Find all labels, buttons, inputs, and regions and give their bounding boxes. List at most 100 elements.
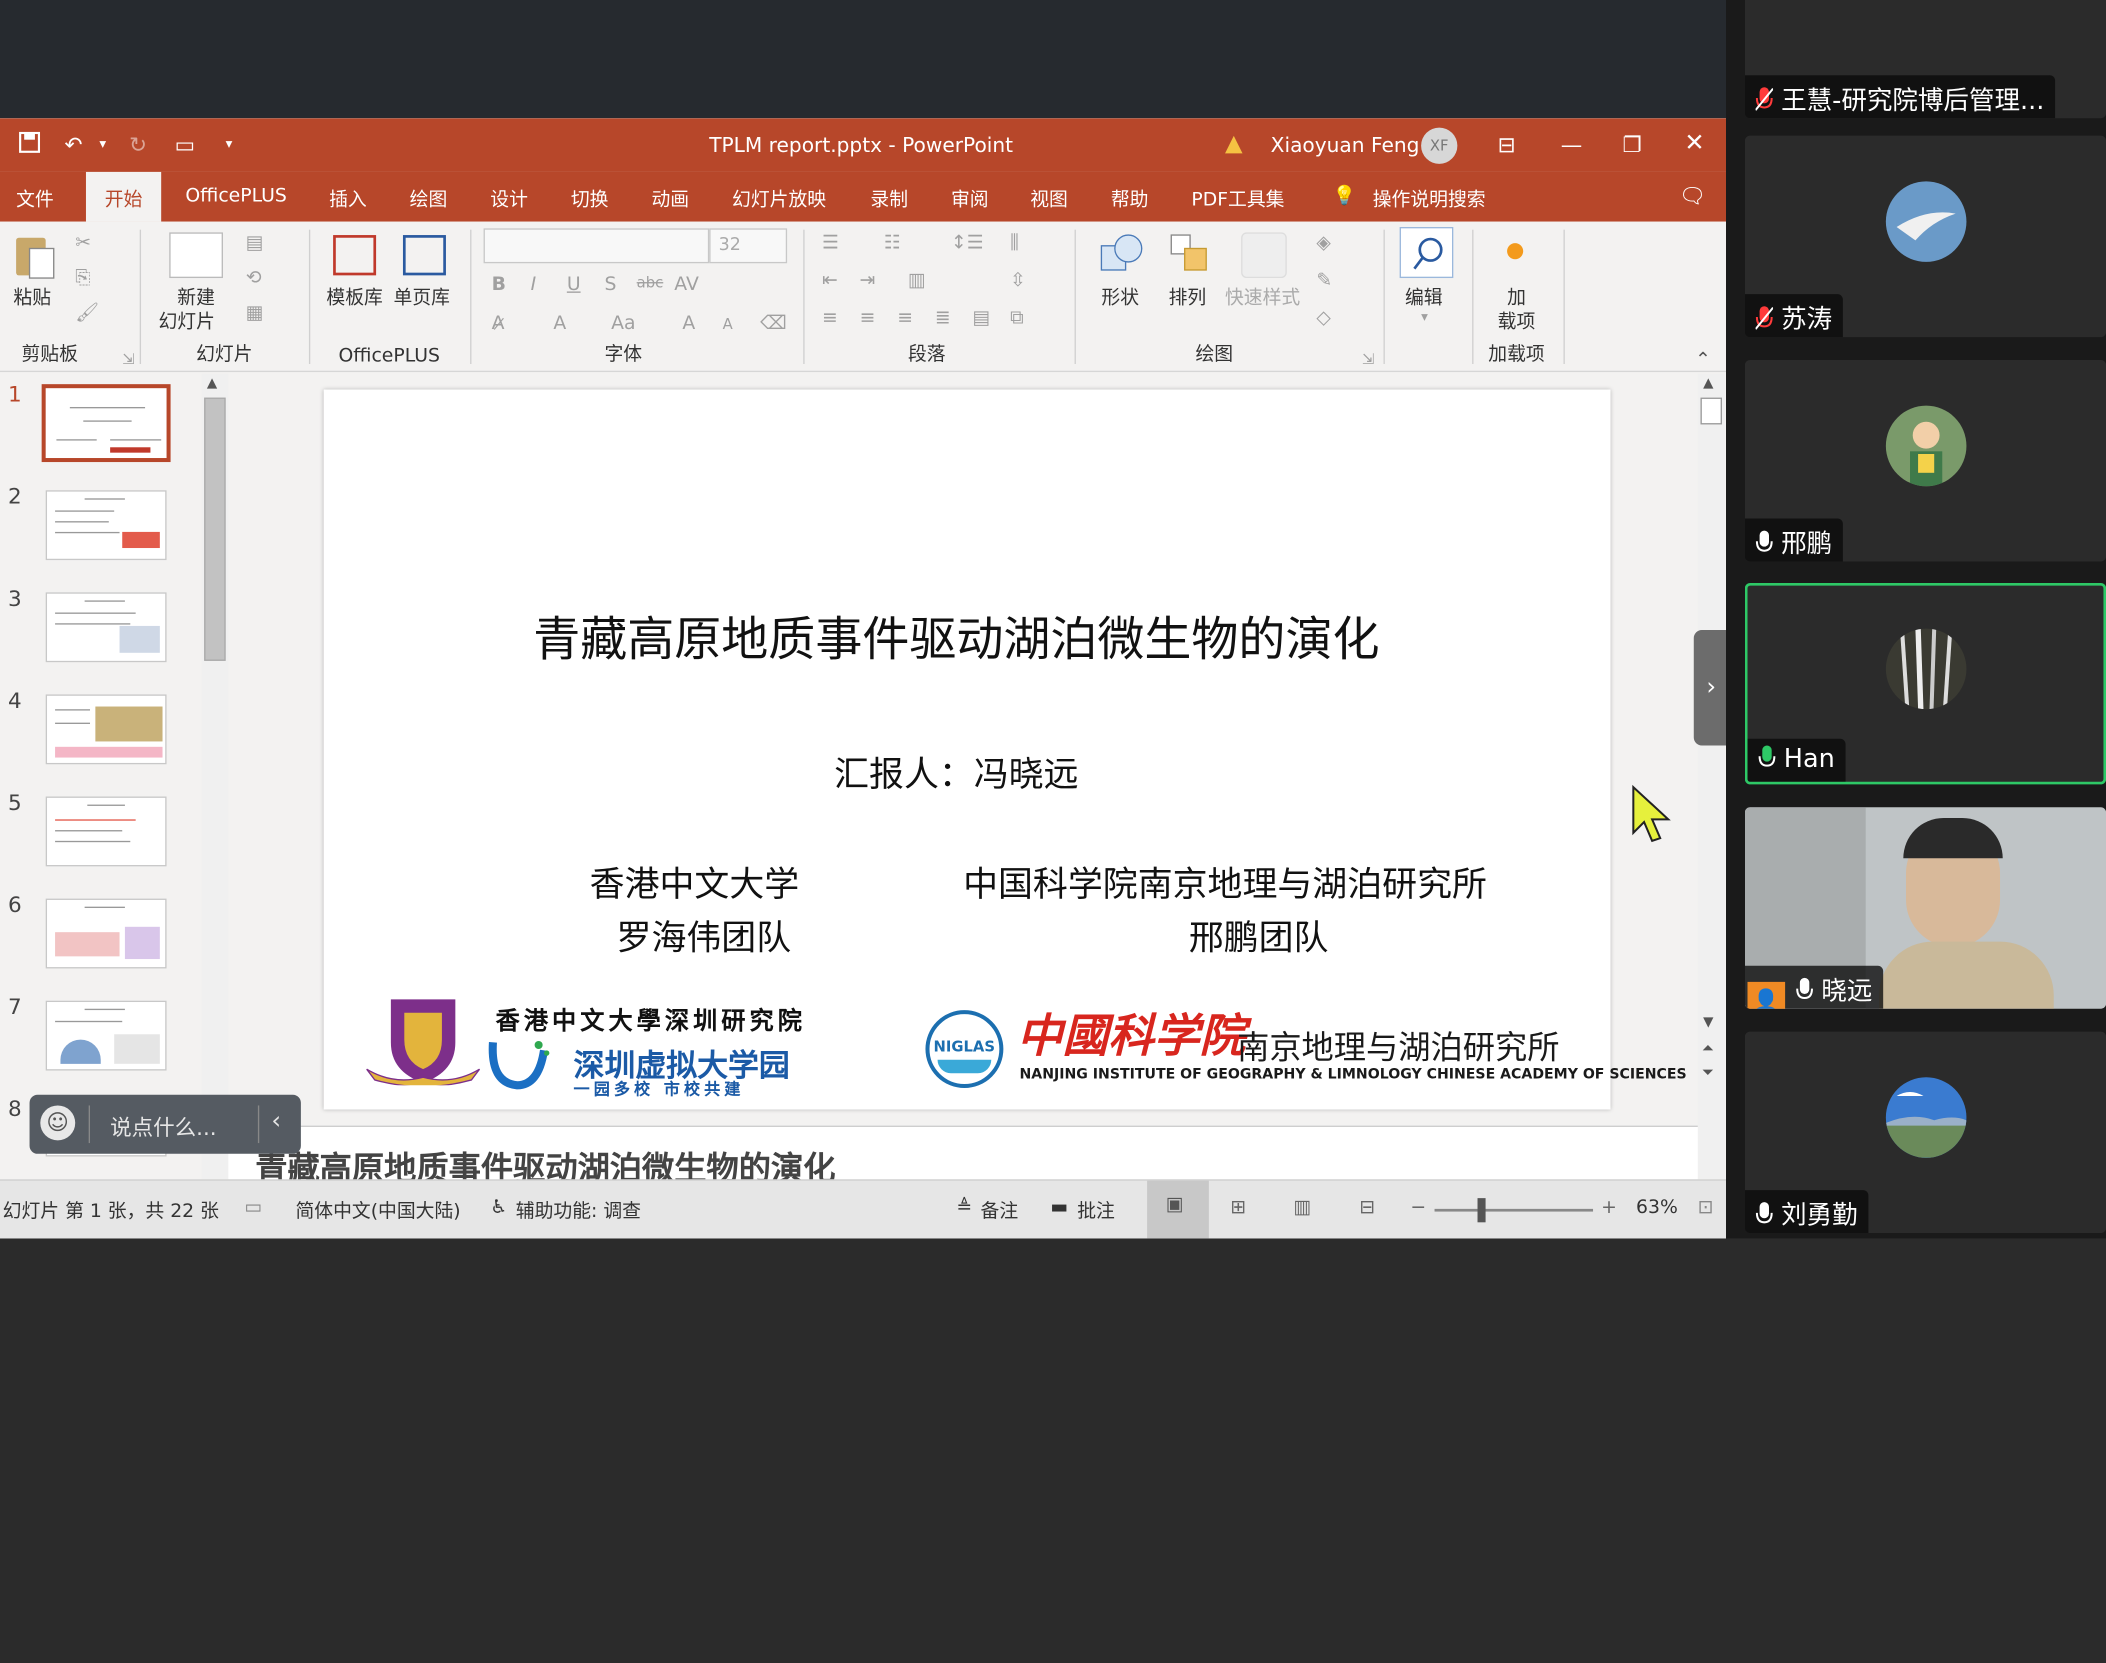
- quick-styles-icon[interactable]: [1241, 232, 1287, 279]
- notes-button[interactable]: 备注: [981, 1197, 1019, 1224]
- accessibility-icon[interactable]: ♿: [490, 1197, 507, 1218]
- participant-tile[interactable]: 刘勇勤: [1744, 1031, 2106, 1234]
- left-organization[interactable]: 香港中文大学: [590, 857, 800, 907]
- scroll-up-icon[interactable]: ▲: [1703, 376, 1713, 391]
- single-page-button[interactable]: 单页库: [394, 286, 450, 310]
- bold-icon[interactable]: B: [492, 274, 506, 295]
- clear-all-icon[interactable]: ⌫: [760, 313, 787, 334]
- edit-button[interactable]: 编辑: [1405, 286, 1443, 310]
- scroll-thumb[interactable]: [204, 397, 226, 661]
- ribbon-display-icon[interactable]: ⊟: [1498, 132, 1516, 158]
- normal-view-button[interactable]: ▣: [1147, 1180, 1209, 1239]
- comments-status-icon[interactable]: ▬: [1050, 1197, 1068, 1218]
- scroll-thumb[interactable]: [1700, 397, 1722, 425]
- slide-thumbnail-3[interactable]: [45, 592, 167, 663]
- font-color-icon[interactable]: A: [553, 313, 566, 334]
- underline-icon[interactable]: U: [567, 274, 581, 295]
- paste-button[interactable]: 粘贴: [13, 286, 51, 310]
- tab-record[interactable]: 录制: [870, 185, 908, 212]
- template-library-icon[interactable]: [333, 235, 377, 276]
- addins-icon[interactable]: [1507, 243, 1524, 260]
- present-icon[interactable]: ▭: [175, 132, 195, 158]
- zoom-slider-thumb[interactable]: [1477, 1198, 1486, 1223]
- undo-icon[interactable]: ↶: [64, 132, 82, 158]
- paste-icon[interactable]: [13, 232, 56, 280]
- addins-label-1[interactable]: 加: [1507, 286, 1526, 310]
- scroll-up-icon[interactable]: ▲: [207, 376, 217, 391]
- shapes-icon[interactable]: [1099, 232, 1145, 278]
- right-organization[interactable]: 中国科学院南京地理与湖泊研究所: [963, 857, 1487, 907]
- slide-title[interactable]: 青藏高原地质事件驱动湖泊微生物的演化: [533, 602, 1379, 671]
- slide-thumbnail-6[interactable]: [45, 898, 167, 969]
- shrink-font-icon[interactable]: A: [723, 316, 733, 333]
- arrange-icon[interactable]: [1169, 232, 1212, 278]
- distribute-icon[interactable]: ▤: [972, 308, 990, 329]
- right-team[interactable]: 邢鹏团队: [1189, 911, 1329, 961]
- scroll-down-icon[interactable]: ▼: [1703, 1015, 1713, 1030]
- slide-sorter-icon[interactable]: ⊞: [1230, 1197, 1246, 1218]
- shape-fill-icon[interactable]: ◈: [1316, 232, 1330, 253]
- left-team[interactable]: 罗海伟团队: [617, 911, 792, 961]
- participant-tile-speaking[interactable]: Han: [1744, 582, 2106, 785]
- tell-me-search[interactable]: 操作说明搜索: [1373, 185, 1486, 212]
- shadow-icon[interactable]: S: [604, 274, 616, 295]
- customize-toolbar-icon[interactable]: ▾: [226, 137, 233, 152]
- thumbnail-scrollbar[interactable]: ▲: [201, 373, 229, 1180]
- language-indicator[interactable]: 简体中文(中国大陆): [296, 1197, 461, 1224]
- increase-indent-icon[interactable]: ⇥: [860, 270, 876, 291]
- align-right-icon[interactable]: ≡: [897, 308, 913, 329]
- grow-font-icon[interactable]: A: [682, 313, 695, 334]
- tab-help[interactable]: 帮助: [1111, 185, 1149, 212]
- font-size-field[interactable]: 32: [709, 228, 788, 264]
- collapse-ribbon-icon[interactable]: ⌃: [1695, 349, 1711, 370]
- numbering-icon[interactable]: ☷: [884, 232, 901, 253]
- change-case-icon[interactable]: Aa: [611, 313, 635, 334]
- arrange-button[interactable]: 排列: [1169, 286, 1207, 310]
- line-spacing-icon[interactable]: ↕☰: [951, 232, 984, 253]
- italic-icon[interactable]: I: [531, 274, 537, 295]
- section-icon[interactable]: ▦: [246, 302, 264, 323]
- text-direction-icon[interactable]: ⫼: [1010, 232, 1019, 253]
- bullets-icon[interactable]: ☰: [822, 232, 839, 253]
- user-avatar[interactable]: XF: [1421, 127, 1458, 164]
- slide-thumbnail-5[interactable]: [45, 796, 167, 867]
- slide-presenter[interactable]: 汇报人：冯晓远: [834, 747, 1078, 797]
- zoom-level[interactable]: 63%: [1636, 1197, 1678, 1218]
- char-spacing-icon[interactable]: AV: [674, 274, 699, 295]
- tab-review[interactable]: 审阅: [951, 185, 989, 212]
- tab-slideshow[interactable]: 幻灯片放映: [732, 185, 826, 212]
- new-slide-icon[interactable]: [169, 232, 223, 279]
- tab-officeplus[interactable]: OfficePLUS: [185, 185, 286, 206]
- participant-tile[interactable]: 邢鹏: [1744, 359, 2106, 562]
- comments-icon[interactable]: 🗨: [1679, 183, 1706, 209]
- tab-home[interactable]: 开始: [85, 171, 162, 222]
- undo-dropdown-icon[interactable]: ▾: [99, 137, 106, 152]
- template-library-button[interactable]: 模板库: [326, 286, 382, 310]
- edit-dropdown-icon[interactable]: ▾: [1421, 310, 1428, 325]
- slideshow-icon[interactable]: ⊟: [1359, 1197, 1375, 1218]
- slide-thumbnail-4[interactable]: [45, 694, 167, 765]
- tab-view[interactable]: 视图: [1030, 185, 1068, 212]
- clipboard-launcher-icon[interactable]: ⇲: [122, 351, 134, 368]
- redo-icon[interactable]: ↻: [129, 132, 147, 158]
- tab-pdf-tools[interactable]: PDF工具集: [1191, 185, 1284, 212]
- expand-panel-chevron-icon[interactable]: ›: [1693, 629, 1727, 746]
- quick-styles-button[interactable]: 快速样式: [1225, 286, 1300, 310]
- save-icon[interactable]: [19, 131, 41, 159]
- layout-icon[interactable]: ▤: [246, 232, 264, 253]
- shapes-button[interactable]: 形状: [1101, 286, 1139, 310]
- cut-icon[interactable]: ✂: [75, 232, 91, 253]
- accessibility-status[interactable]: 辅助功能: 调查: [516, 1197, 641, 1224]
- drawing-launcher-icon[interactable]: ⇲: [1362, 351, 1374, 368]
- close-icon[interactable]: ✕: [1684, 129, 1704, 157]
- next-slide-icon[interactable]: ⏷: [1702, 1064, 1714, 1083]
- participant-tile-video[interactable]: 👤 晓远: [1744, 807, 2106, 1009]
- emoji-icon[interactable]: ☺: [40, 1105, 76, 1141]
- copy-icon[interactable]: ⎘: [75, 267, 90, 288]
- fit-slide-icon[interactable]: ⊡: [1698, 1197, 1714, 1218]
- tab-file[interactable]: 文件: [16, 185, 54, 212]
- clear-format-icon[interactable]: A̷: [492, 313, 505, 334]
- tab-transitions[interactable]: 切换: [571, 185, 609, 212]
- find-icon[interactable]: [1399, 227, 1454, 279]
- columns-icon[interactable]: ▥: [908, 270, 926, 291]
